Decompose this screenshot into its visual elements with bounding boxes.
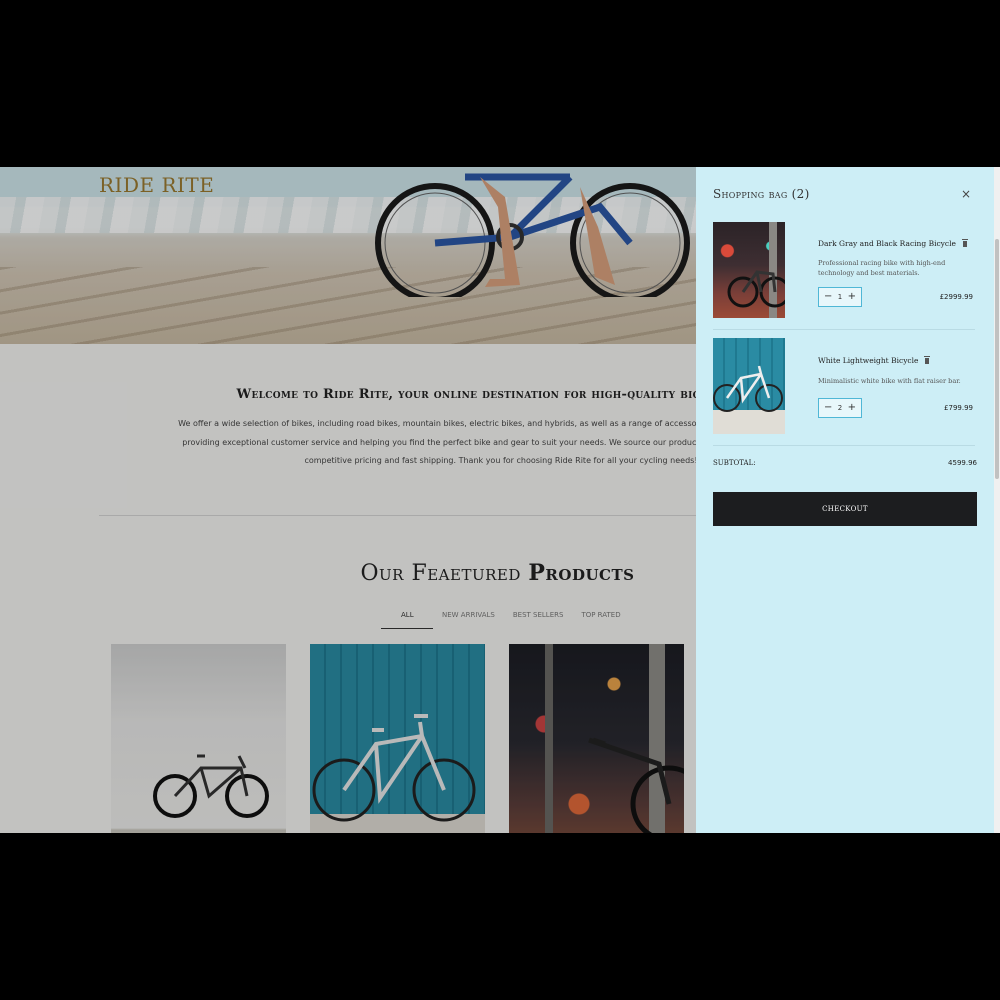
trash-icon[interactable] <box>924 356 931 364</box>
checkout-button[interactable]: CHECKOUT <box>713 492 977 526</box>
browser-viewport: RIDE RITE Welcome to Ride Rite, your onl… <box>0 167 1000 833</box>
cart-item-name[interactable]: White Lightweight Bicycle <box>818 356 931 365</box>
quantity-stepper: − 1 + <box>818 287 862 307</box>
quantity-value: 2 <box>837 404 843 412</box>
bicycle-image <box>727 222 785 318</box>
subtotal-value: 4599.96 <box>948 459 977 467</box>
close-icon[interactable]: × <box>959 187 973 201</box>
cart-divider <box>713 445 975 446</box>
trash-icon[interactable] <box>961 239 968 247</box>
minus-icon[interactable]: − <box>824 292 832 302</box>
quantity-value: 1 <box>837 293 843 301</box>
cart-divider <box>713 329 975 330</box>
subtotal-label: SUBTOTAL: <box>713 459 756 467</box>
shopping-bag-title: Shopping bag (2) <box>713 187 810 201</box>
quantity-stepper: − 2 + <box>818 398 862 418</box>
cart-item-name[interactable]: Dark Gray and Black Racing Bicycle <box>818 239 968 248</box>
cart-item-image[interactable] <box>713 338 785 434</box>
cart-item-name-text: Dark Gray and Black Racing Bicycle <box>818 239 956 248</box>
cart-item-price: £799.99 <box>944 404 973 412</box>
cart-item-description: Minimalistic white bike with flat raiser… <box>818 377 961 385</box>
cart-item-image[interactable] <box>713 222 785 318</box>
minus-icon[interactable]: − <box>824 403 832 413</box>
plus-icon[interactable]: + <box>848 292 856 302</box>
cart-item-description: Professional racing bike with high-end t… <box>818 259 946 277</box>
plus-icon[interactable]: + <box>848 403 856 413</box>
bicycle-image <box>713 365 783 412</box>
cart-item-price: £2999.99 <box>939 293 973 301</box>
shopping-bag-drawer: Shopping bag (2) × Dark Gray and Black R… <box>696 167 994 833</box>
cart-item-name-text: White Lightweight Bicycle <box>818 356 919 365</box>
scrollbar-thumb[interactable] <box>995 239 999 479</box>
scrollbar[interactable] <box>994 167 1000 833</box>
